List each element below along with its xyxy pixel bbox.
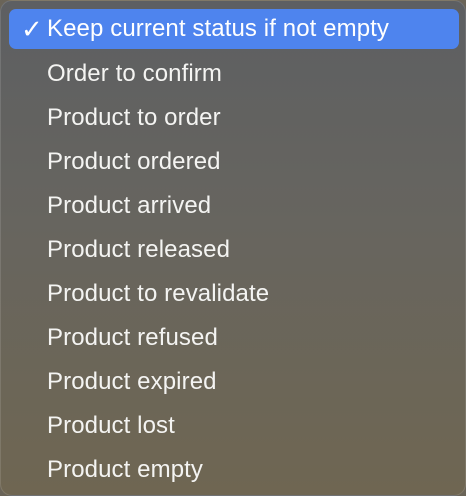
status-dropdown-menu: ✓ Keep current status if not empty Order…	[0, 0, 466, 496]
menu-item-product-to-order[interactable]: Product to order	[9, 98, 459, 138]
menu-item-label: Keep current status if not empty	[47, 15, 390, 42]
menu-item-label: Product lost	[47, 412, 175, 439]
menu-item-product-to-revalidate[interactable]: Product to revalidate	[9, 274, 459, 314]
menu-item-product-empty[interactable]: Product empty	[9, 450, 459, 490]
menu-item-product-refused[interactable]: Product refused	[9, 318, 459, 358]
menu-item-label: Product ordered	[47, 148, 221, 175]
menu-item-label: Product empty	[47, 456, 204, 483]
menu-item-label: Order to confirm	[47, 60, 222, 87]
menu-item-product-lost[interactable]: Product lost	[9, 406, 459, 446]
menu-item-label: Product arrived	[47, 192, 212, 219]
checkmark-icon: ✓	[21, 14, 43, 44]
menu-item-product-arrived[interactable]: Product arrived	[9, 186, 459, 226]
menu-item-label: Product expired	[47, 368, 217, 395]
menu-item-label: Product to order	[47, 104, 221, 131]
menu-item-label: Product released	[47, 236, 231, 263]
menu-item-order-to-confirm[interactable]: Order to confirm	[9, 54, 459, 94]
menu-item-label: Product refused	[47, 324, 218, 351]
menu-item-product-released[interactable]: Product released	[9, 230, 459, 270]
menu-item-product-ordered[interactable]: Product ordered	[9, 142, 459, 182]
menu-item-keep-current-status[interactable]: ✓ Keep current status if not empty	[9, 9, 459, 49]
menu-item-label: Product to revalidate	[47, 280, 270, 307]
menu-item-product-expired[interactable]: Product expired	[9, 362, 459, 402]
